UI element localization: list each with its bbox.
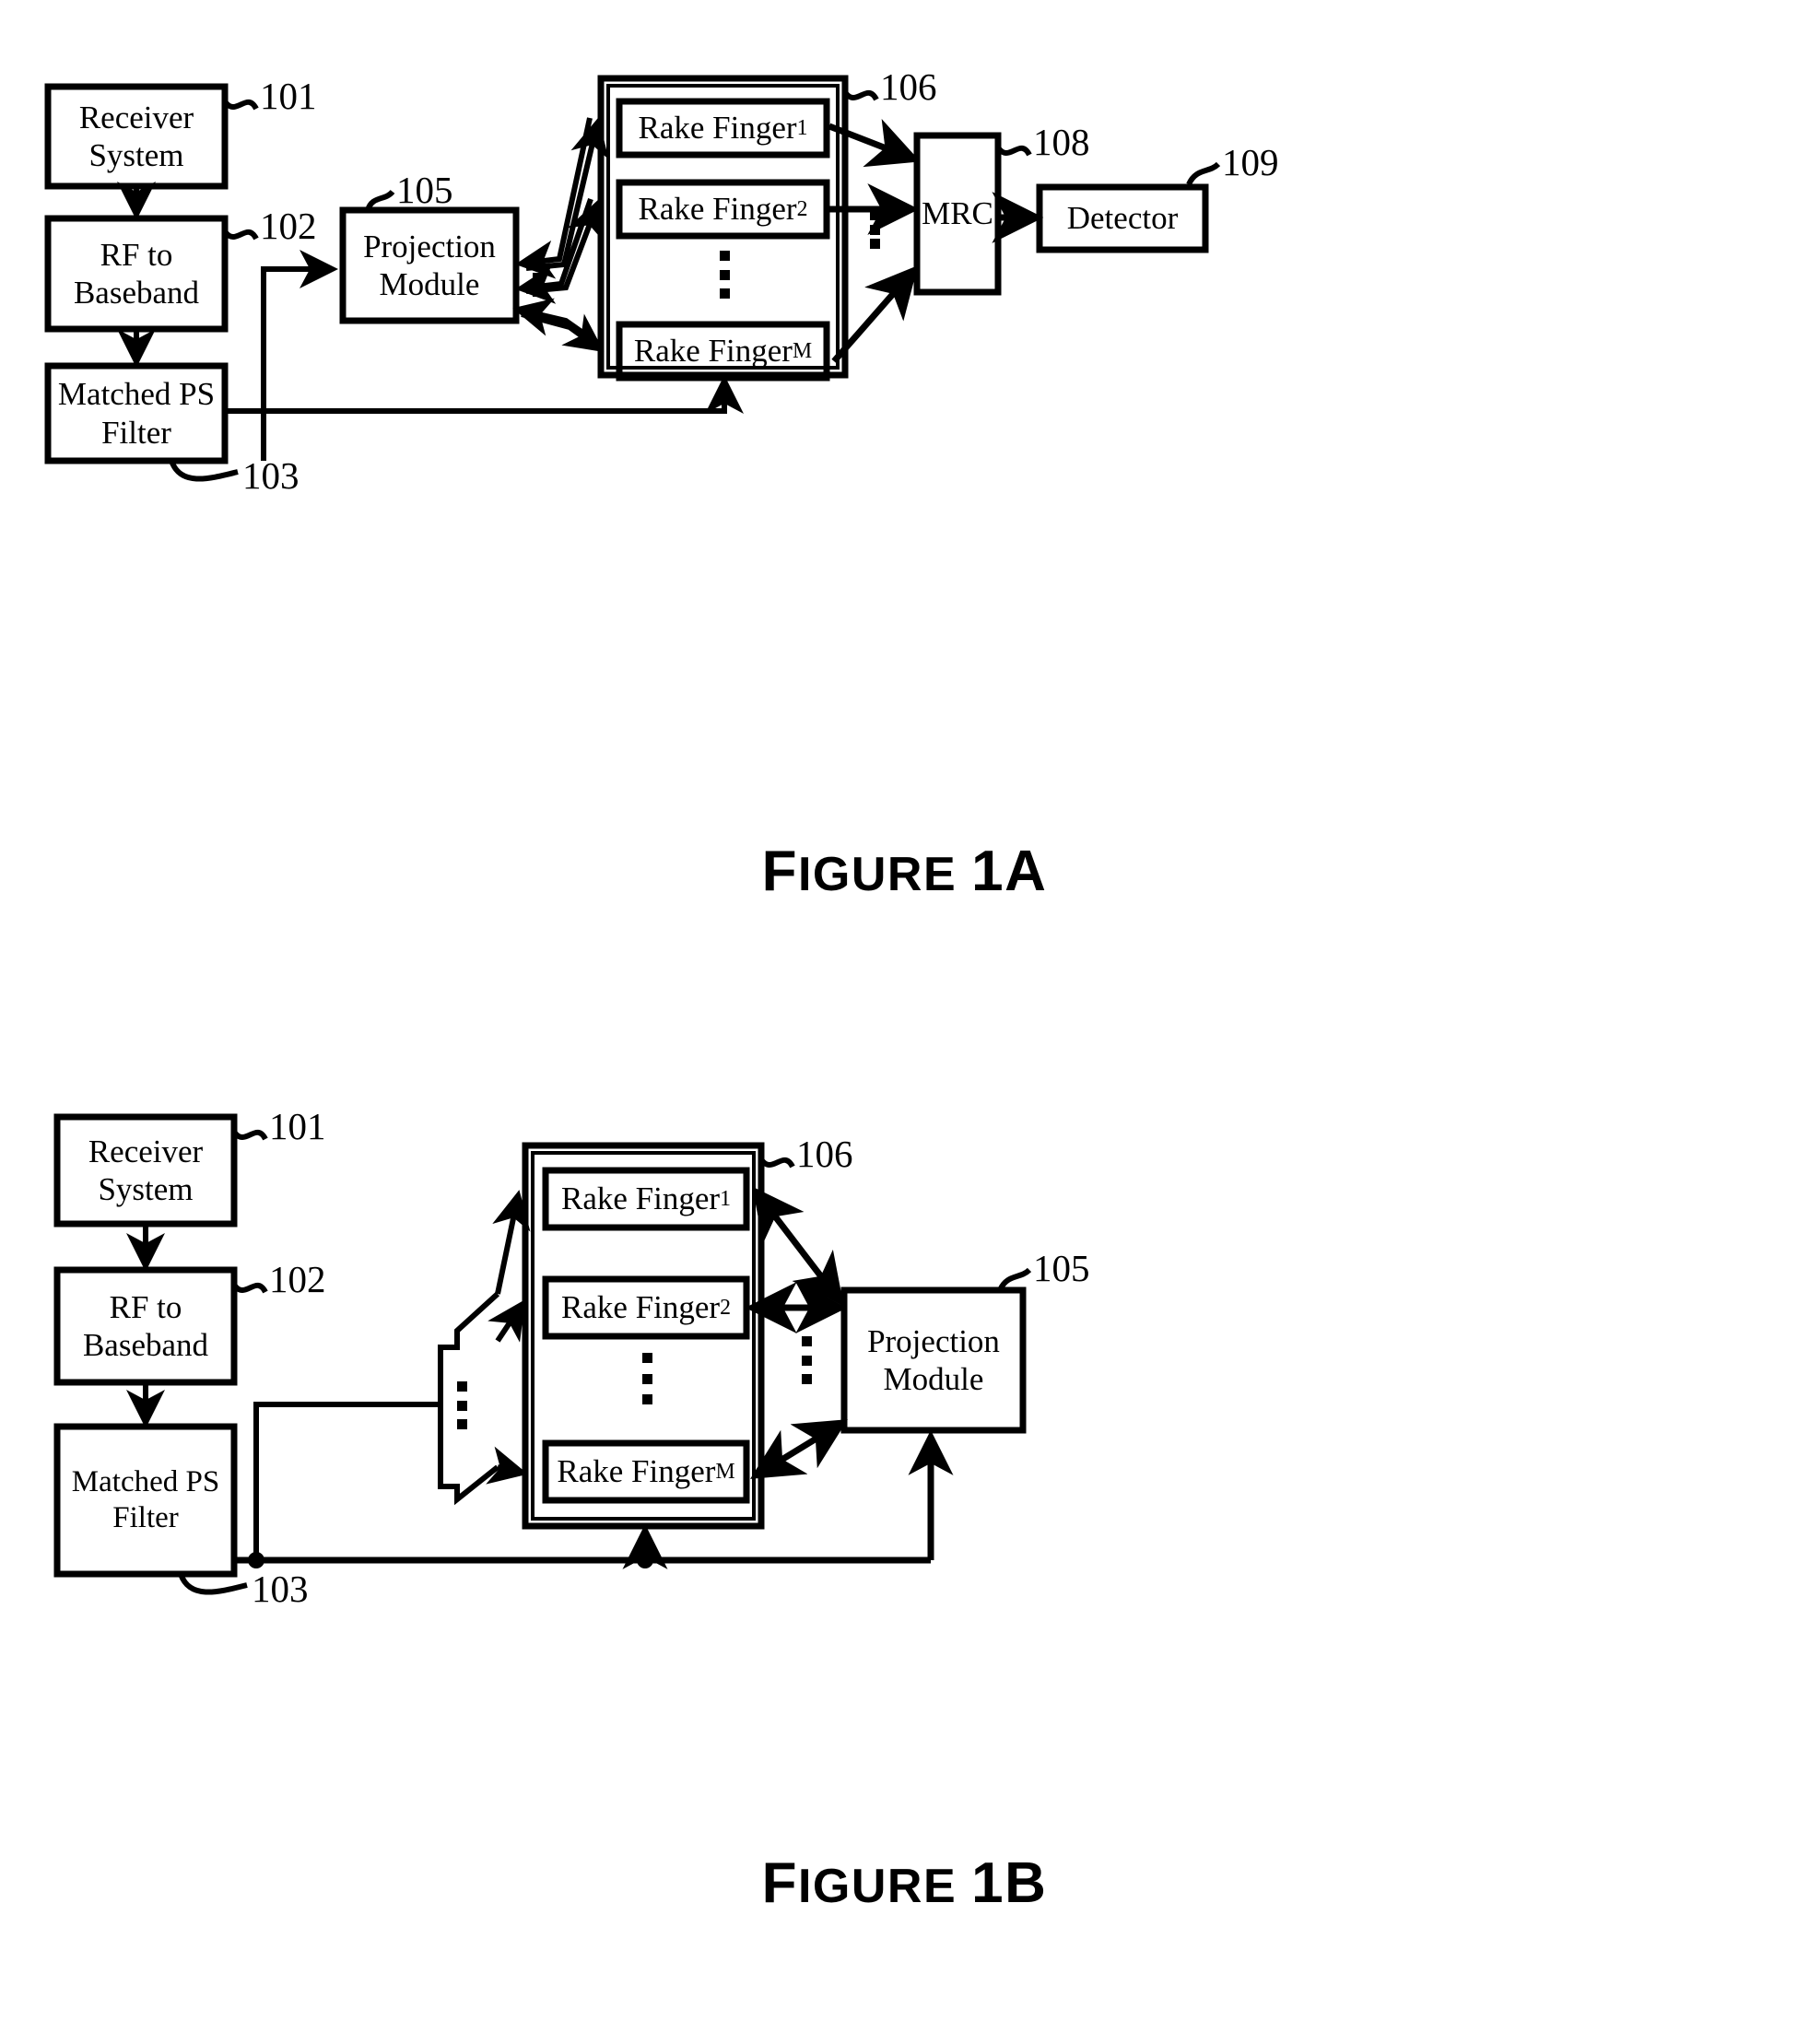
figure-1a-caption-number: 1A [971,840,1048,903]
leader-102-1b [231,1282,268,1294]
figure-1a-caption-rest: IGURE [797,848,957,901]
figure-1b-caption-rest: IGURE [797,1860,957,1913]
box-projection-module-1a [339,206,520,324]
box-receiver-system-1a [44,83,229,190]
ref-number-101-1b: 101 [269,1105,326,1147]
ref-number-102-1b: 102 [269,1258,326,1300]
ellipsis-splitter-1b [457,1381,467,1429]
leader-101-1b [231,1129,268,1141]
ref-number-105-1a: 105 [396,169,453,211]
figure-1b-caption: FIGURE 1B [0,1850,1809,1916]
box-rake-finger-m-1a [616,321,830,382]
leader-106-1b [758,1157,795,1169]
splitter-fan-1b [438,1291,500,1506]
leader-101-1a [222,99,259,111]
figure-1a-caption-head: F [761,840,798,903]
box-receiver-system-1b [53,1113,238,1228]
ref-number-106-1b: 106 [796,1133,853,1175]
box-matched-ps-filter-1b [53,1423,238,1578]
arrow-fingerm-projection-1b [750,1419,848,1479]
line-rf-tap-to-splitter-1b [253,1402,441,1560]
leader-102-1a [222,229,259,241]
ref-number-102-1a: 102 [260,205,317,247]
ref-number-103-1a: 103 [242,454,300,497]
figure-1b-caption-number: 1B [971,1851,1048,1915]
arrow-finger1-projection-1b [752,1186,844,1307]
leader-108-1a [995,145,1032,157]
arrow-splitter-to-finger2-1b [487,1299,525,1343]
figure-1b-caption-head: F [761,1851,798,1915]
leader-106-1a [842,89,879,101]
ellipsis-rake-bank-1a [720,251,730,299]
box-rake-bank-outer-1a [597,75,849,379]
ellipsis-projection-inputs-1b [802,1336,812,1384]
line-rf-tap-to-projection-1a [261,250,338,461]
box-rf-to-baseband-1b [53,1266,238,1386]
ellipsis-mrc-inputs-1a [870,210,880,249]
ellipsis-projection-rake-1a [533,258,543,297]
box-rake-finger-2-1b [542,1275,750,1340]
arrow-splitter-to-finger1-1b [492,1190,531,1295]
line-filter-to-rake-bank-1a [225,375,744,414]
ref-number-101-1a: 101 [260,75,317,117]
box-rake-finger-1-1b [542,1167,750,1231]
box-projection-module-1b [840,1286,1027,1434]
box-mrc-1a [913,132,1002,296]
leader-109-1a [1186,161,1221,186]
ref-number-108-1a: 108 [1033,121,1090,163]
ref-number-106-1a: 106 [880,65,937,108]
box-rake-finger-m-1b [542,1439,750,1504]
figure-1b-vectors [53,1113,1032,1595]
box-detector-1a [1036,183,1209,253]
ref-number-105-1b: 105 [1033,1247,1090,1289]
figure-1a-caption: FIGURE 1A [0,839,1809,904]
arrow-splitter-to-fingerm-1b [486,1446,528,1485]
box-matched-ps-filter-1a [44,362,229,464]
ellipsis-rake-bank-1b [642,1353,652,1404]
box-rf-to-baseband-1a [44,215,229,333]
junction-dot-rakebank-1b [637,1552,653,1568]
patent-drawing-sheet: Receiver System RF to Baseband Matched P… [0,0,1809,2044]
box-rake-finger-2-1a [616,179,830,240]
box-rake-finger-1-1a [616,98,830,159]
ref-number-109-1a: 109 [1222,141,1279,183]
diagram-vector-layer [44,75,1221,1595]
ref-number-103-1b: 103 [252,1568,309,1610]
